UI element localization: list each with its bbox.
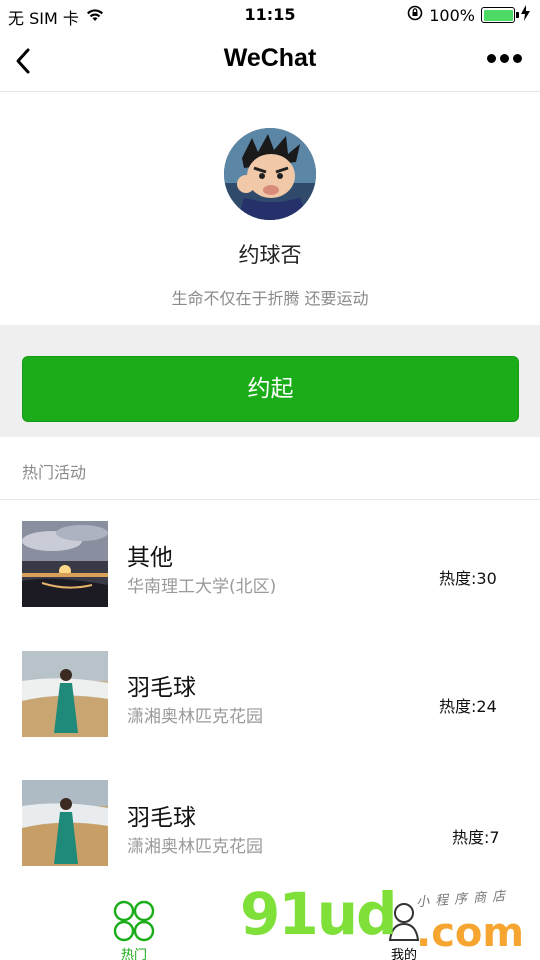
list-item[interactable]: 羽毛球 潇湘奥林匹克花园 热度:7 xyxy=(0,760,540,890)
activity-title: 羽毛球 xyxy=(127,675,196,701)
more-dot xyxy=(500,54,509,63)
activity-location: 潇湘奥林匹克花园 xyxy=(127,707,263,727)
more-dot xyxy=(513,54,522,63)
activity-heat: 热度:30 xyxy=(439,569,497,588)
page-title: WeChat xyxy=(223,44,317,72)
section-title: 热门活动 xyxy=(22,463,87,482)
more-icon[interactable] xyxy=(487,54,522,63)
tab-hot[interactable]: 热门 xyxy=(108,900,160,960)
activity-heat: 热度:7 xyxy=(452,828,500,847)
orientation-lock-icon xyxy=(407,5,423,25)
status-bar: 无 SIM 卡 11:15 100% xyxy=(0,0,540,30)
activity-thumbnail xyxy=(22,521,108,607)
person-icon xyxy=(380,900,428,942)
start-activity-button[interactable]: 约起 xyxy=(22,356,519,422)
activity-thumbnail xyxy=(22,780,108,866)
battery-icon xyxy=(481,7,519,23)
app-screen: 无 SIM 卡 11:15 100% WeChat 约球否 生命不仅在于折腾 还… xyxy=(0,0,540,960)
activity-location: 华南理工大学(北区) xyxy=(127,577,277,597)
four-circles-icon xyxy=(108,900,160,942)
activity-location: 潇湘奥林匹克花园 xyxy=(127,837,263,857)
status-right: 100% xyxy=(407,5,530,25)
tab-me-label: 我的 xyxy=(390,948,417,960)
profile-name: 约球否 xyxy=(238,243,302,267)
list-item[interactable]: 羽毛球 潇湘奥林匹克花园 热度:24 xyxy=(0,630,540,760)
tab-me[interactable]: 我的 xyxy=(380,900,428,960)
battery-percent: 100% xyxy=(429,5,475,25)
activity-title: 羽毛球 xyxy=(127,805,196,831)
profile-motto: 生命不仅在于折腾 还要运动 xyxy=(171,289,369,308)
section-header: 热门活动 xyxy=(0,437,540,500)
avatar xyxy=(224,128,316,220)
tab-bar: 热门 我的 xyxy=(0,882,540,960)
activity-heat: 热度:24 xyxy=(439,697,497,716)
tab-hot-label: 热门 xyxy=(120,948,147,960)
profile-header: 约球否 生命不仅在于折腾 还要运动 xyxy=(0,93,540,325)
list-item[interactable]: 其他 华南理工大学(北区) 热度:30 xyxy=(0,500,540,630)
activity-thumbnail xyxy=(22,651,108,737)
more-dot xyxy=(487,54,496,63)
battery-fill xyxy=(483,9,513,21)
navigation-bar: WeChat xyxy=(0,30,540,92)
charging-icon xyxy=(521,5,530,25)
activity-title: 其他 xyxy=(127,545,173,571)
